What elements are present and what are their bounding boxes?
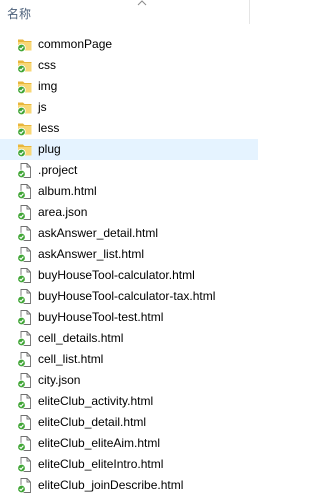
file-list: commonPage css img js less plug .project… bbox=[0, 34, 258, 496]
name-column-header[interactable]: 名称 bbox=[7, 5, 31, 22]
file-row[interactable]: eliteClub_joinDescribe.html bbox=[0, 475, 258, 496]
folder-row[interactable]: plug bbox=[0, 139, 258, 160]
file-synced-icon bbox=[16, 246, 34, 263]
item-name: eliteClub_activity.html bbox=[38, 394, 154, 408]
sort-chevron-icon[interactable] bbox=[137, 0, 147, 6]
file-synced-icon bbox=[16, 288, 34, 305]
folder-synced-icon bbox=[16, 36, 34, 53]
folder-synced-icon bbox=[16, 141, 34, 158]
item-name: buyHouseTool-test.html bbox=[38, 310, 164, 324]
file-synced-icon bbox=[16, 477, 34, 494]
file-row[interactable]: buyHouseTool-calculator-tax.html bbox=[0, 286, 258, 307]
item-name: eliteClub_joinDescribe.html bbox=[38, 478, 184, 492]
file-row[interactable]: cell_details.html bbox=[0, 328, 258, 349]
item-name: album.html bbox=[38, 184, 97, 198]
file-synced-icon bbox=[16, 309, 34, 326]
file-row[interactable]: buyHouseTool-test.html bbox=[0, 307, 258, 328]
folder-row[interactable]: img bbox=[0, 76, 258, 97]
item-name: eliteClub_eliteIntro.html bbox=[38, 457, 164, 471]
item-name: js bbox=[38, 100, 47, 114]
item-name: commonPage bbox=[38, 37, 113, 51]
folder-row[interactable]: css bbox=[0, 55, 258, 76]
item-name: eliteClub_eliteAim.html bbox=[38, 436, 161, 450]
item-name: city.json bbox=[38, 373, 81, 387]
file-row[interactable]: .project bbox=[0, 160, 258, 181]
file-row[interactable]: askAnswer_list.html bbox=[0, 244, 258, 265]
folder-row[interactable]: less bbox=[0, 118, 258, 139]
folder-synced-icon bbox=[16, 99, 34, 116]
file-row[interactable]: eliteClub_detail.html bbox=[0, 412, 258, 433]
folder-synced-icon bbox=[16, 78, 34, 95]
file-synced-icon bbox=[16, 225, 34, 242]
item-name: cell_details.html bbox=[38, 331, 124, 345]
file-synced-icon bbox=[16, 414, 34, 431]
file-synced-icon bbox=[16, 456, 34, 473]
file-synced-icon bbox=[16, 435, 34, 452]
folder-synced-icon bbox=[16, 120, 34, 137]
folder-synced-icon bbox=[16, 57, 34, 74]
item-name: css bbox=[38, 58, 56, 72]
file-synced-icon bbox=[16, 162, 34, 179]
file-synced-icon bbox=[16, 204, 34, 221]
file-row[interactable]: eliteClub_activity.html bbox=[0, 391, 258, 412]
file-synced-icon bbox=[16, 267, 34, 284]
file-synced-icon bbox=[16, 393, 34, 410]
file-row[interactable]: album.html bbox=[0, 181, 258, 202]
item-name: askAnswer_list.html bbox=[38, 247, 145, 261]
item-name: img bbox=[38, 79, 58, 93]
file-row[interactable]: eliteClub_eliteIntro.html bbox=[0, 454, 258, 475]
item-name: plug bbox=[38, 142, 61, 156]
item-name: less bbox=[38, 121, 60, 135]
item-name: buyHouseTool-calculator-tax.html bbox=[38, 289, 216, 303]
file-row[interactable]: city.json bbox=[0, 370, 258, 391]
file-row[interactable]: buyHouseTool-calculator.html bbox=[0, 265, 258, 286]
file-row[interactable]: askAnswer_detail.html bbox=[0, 223, 258, 244]
file-synced-icon bbox=[16, 183, 34, 200]
item-name: eliteClub_detail.html bbox=[38, 415, 147, 429]
item-name: cell_list.html bbox=[38, 352, 104, 366]
column-header: 名称 bbox=[0, 0, 258, 24]
file-synced-icon bbox=[16, 330, 34, 347]
folder-row[interactable]: js bbox=[0, 97, 258, 118]
item-name: askAnswer_detail.html bbox=[38, 226, 159, 240]
item-name: area.json bbox=[38, 205, 88, 219]
column-divider[interactable] bbox=[249, 0, 250, 24]
file-row[interactable]: area.json bbox=[0, 202, 258, 223]
file-row[interactable]: eliteClub_eliteAim.html bbox=[0, 433, 258, 454]
folder-row[interactable]: commonPage bbox=[0, 34, 258, 55]
item-name: .project bbox=[38, 163, 78, 177]
item-name: buyHouseTool-calculator.html bbox=[38, 268, 195, 282]
file-synced-icon bbox=[16, 372, 34, 389]
file-row[interactable]: cell_list.html bbox=[0, 349, 258, 370]
file-synced-icon bbox=[16, 351, 34, 368]
